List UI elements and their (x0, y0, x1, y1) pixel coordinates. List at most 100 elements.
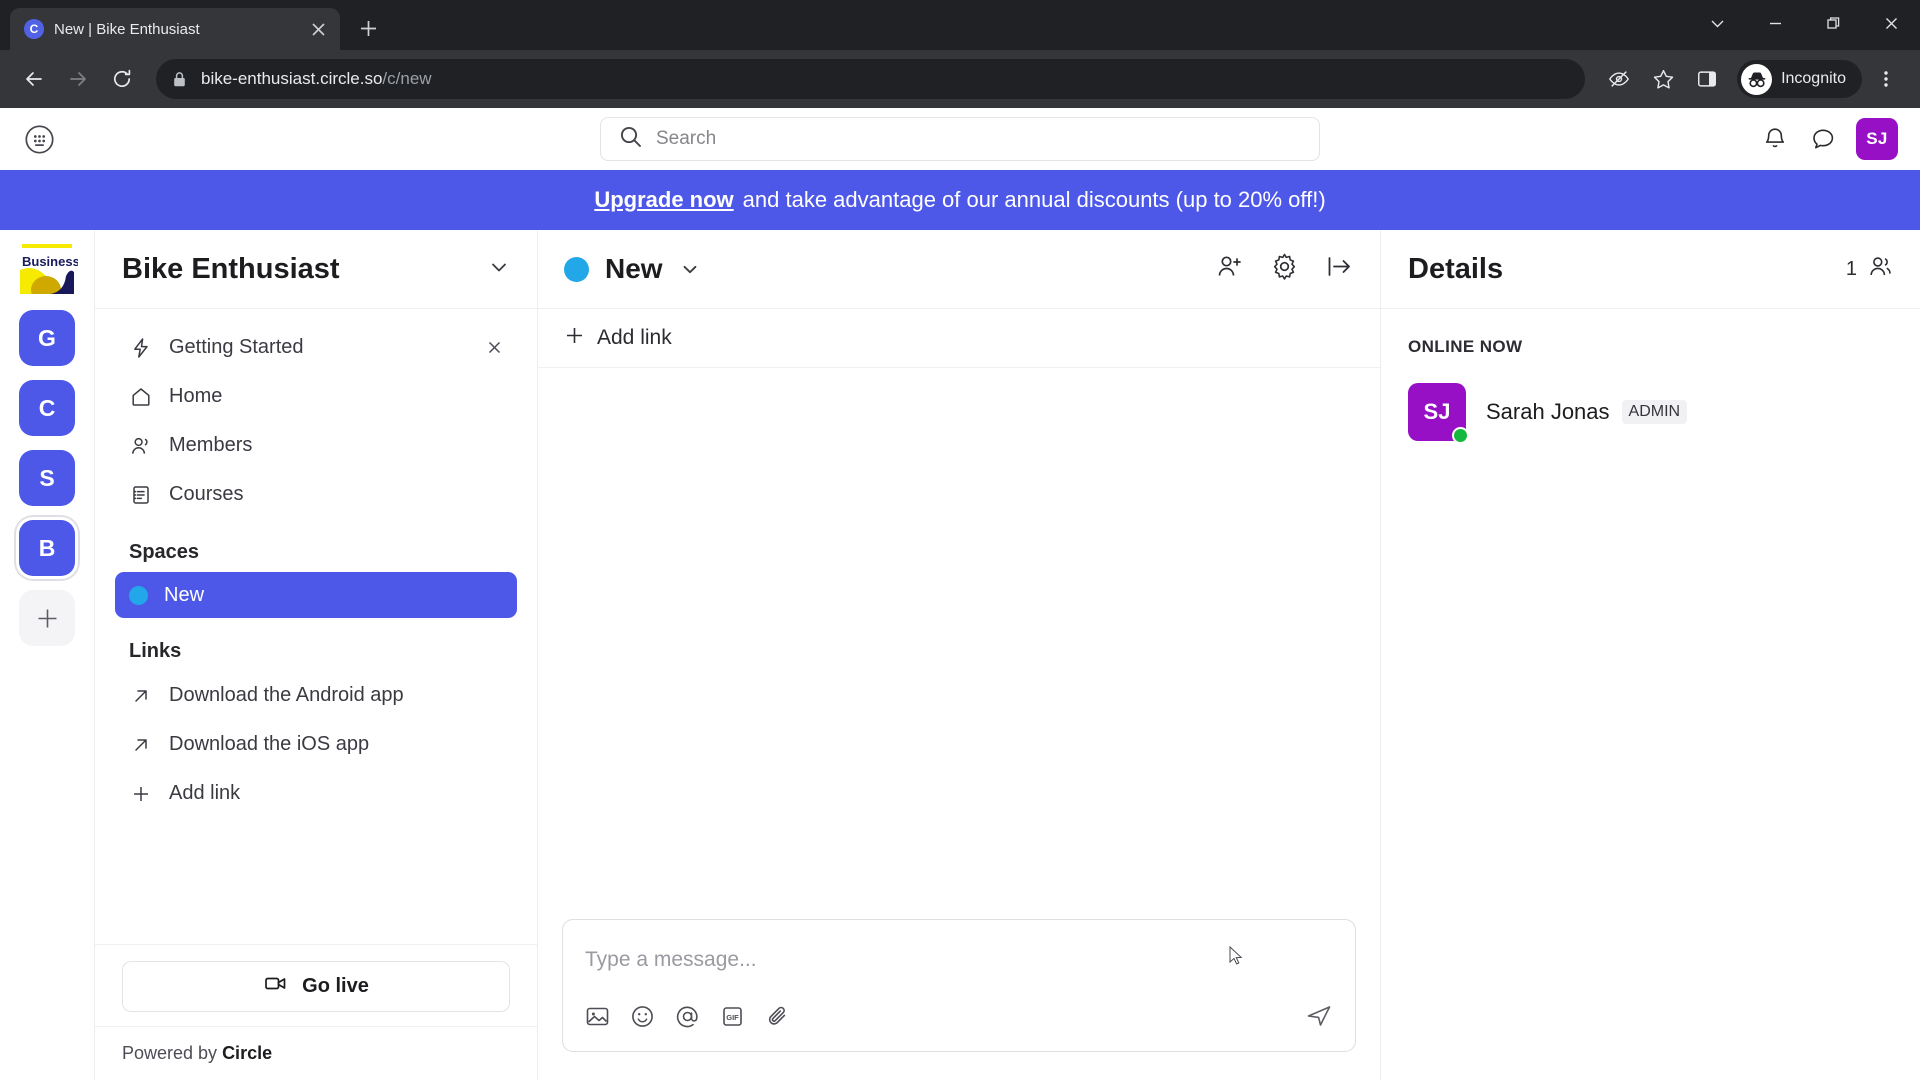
external-link-arrow-icon (129, 733, 153, 757)
message-input-placeholder[interactable]: Type a message... (585, 940, 1333, 1002)
emoji-icon[interactable] (630, 1004, 655, 1034)
main-content: New Add link Type a message... GIF (538, 230, 1381, 1080)
space-sidebar: Bike Enthusiast Getting Started Home Mem… (95, 230, 538, 1080)
send-icon[interactable] (1305, 1002, 1333, 1035)
add-link-bar[interactable]: Add link (538, 309, 1380, 368)
add-person-icon[interactable] (1215, 252, 1244, 286)
chat-bubble-icon[interactable] (1808, 124, 1838, 154)
sidebar-item-label: Home (169, 385, 223, 407)
community-item-s[interactable]: S (19, 450, 75, 506)
chevron-down-icon[interactable] (488, 256, 510, 283)
svg-text:GIF: GIF (726, 1013, 739, 1022)
people-icon (1868, 254, 1893, 285)
back-arrow-icon[interactable] (14, 59, 54, 99)
member-entry[interactable]: SJ Sarah Jonas (1408, 383, 1610, 444)
powered-by-prefix: Powered by (122, 1043, 223, 1063)
side-panel-icon[interactable] (1687, 59, 1727, 99)
spaces-section-label: Spaces (129, 541, 200, 563)
online-now-label: ONLINE NOW (1408, 337, 1523, 356)
sidebar-item-label: Courses (169, 483, 244, 505)
forward-arrow-icon[interactable] (58, 59, 98, 99)
toolbar-right-actions: Incognito (1599, 59, 1906, 99)
composer-container: Type a message... GIF (538, 919, 1380, 1080)
url-path: /c/new (382, 69, 432, 88)
reload-icon[interactable] (102, 59, 142, 99)
app-body: Business G C S B Bike Enthusiast Getting… (0, 230, 1920, 1080)
go-live-label: Go live (302, 975, 369, 997)
upgrade-now-link[interactable]: Upgrade now (594, 187, 733, 213)
sidebar-add-link[interactable]: Add link (115, 769, 517, 818)
links-section-label: Links (129, 640, 182, 662)
external-link-arrow-icon (129, 684, 153, 708)
space-actions (1215, 252, 1354, 286)
attachment-icon[interactable] (765, 1004, 790, 1034)
sidebar-space-new[interactable]: New (115, 572, 517, 618)
list-item[interactable]: SJ Sarah Jonas ADMIN (1408, 383, 1893, 444)
address-bar[interactable]: bike-enthusiast.circle.so/c/new (156, 59, 1586, 99)
new-tab-button[interactable] (348, 8, 388, 48)
star-icon[interactable] (1643, 59, 1683, 99)
message-composer[interactable]: Type a message... GIF (562, 919, 1356, 1052)
go-live-button[interactable]: Go live (122, 961, 510, 1012)
chevron-down-icon[interactable] (679, 258, 701, 280)
sidebar-link-label: Add link (169, 782, 241, 804)
composer-tools: GIF (585, 1002, 1333, 1035)
eye-slash-icon[interactable] (1599, 59, 1639, 99)
logo-bar (22, 244, 72, 248)
lock-icon (172, 71, 187, 88)
details-panel: Details 1 ONLINE NOW SJ Sarah Jonas ADMI… (1381, 230, 1920, 1080)
sidebar-link-android[interactable]: Download the Android app (115, 671, 517, 720)
gif-icon[interactable]: GIF (720, 1004, 745, 1034)
community-item-g[interactable]: G (19, 310, 75, 366)
sidebar-link-ios[interactable]: Download the iOS app (115, 720, 517, 769)
space-label: New (164, 583, 205, 606)
maximize-icon[interactable] (1804, 0, 1862, 46)
incognito-label: Incognito (1781, 70, 1846, 87)
avatar[interactable]: SJ (1856, 118, 1898, 160)
video-camera-icon (263, 971, 288, 1002)
incognito-indicator[interactable]: Incognito (1737, 60, 1862, 98)
gear-icon[interactable] (1270, 252, 1299, 286)
sidebar-item-courses[interactable]: Courses (115, 470, 517, 519)
community-item-b[interactable]: B (19, 520, 75, 576)
sidebar-item-label: Getting Started (169, 336, 304, 358)
space-dot-icon (564, 256, 589, 282)
close-icon[interactable] (306, 17, 330, 41)
add-community-button[interactable] (19, 590, 75, 646)
details-header: Details 1 (1381, 230, 1920, 309)
bell-icon[interactable] (1760, 124, 1790, 154)
online-status-dot (1452, 427, 1469, 444)
business-logo: Business (16, 238, 78, 296)
sidebar-item-members[interactable]: Members (115, 421, 517, 470)
sidebar-header[interactable]: Bike Enthusiast (95, 230, 537, 309)
space-header: New (538, 230, 1380, 309)
collapse-panel-icon[interactable] (1325, 252, 1354, 286)
tab-favicon: C (24, 19, 44, 39)
close-icon[interactable] (486, 339, 503, 356)
member-count-group[interactable]: 1 (1846, 254, 1893, 285)
header-actions: SJ (1760, 118, 1898, 160)
community-name: Bike Enthusiast (122, 252, 340, 285)
image-icon[interactable] (585, 1004, 610, 1034)
sidebar-item-getting-started[interactable]: Getting Started (115, 323, 517, 372)
sidebar-link-label: Download the iOS app (169, 733, 370, 755)
close-icon[interactable] (1862, 0, 1920, 46)
people-icon (129, 434, 153, 458)
sidebar-footer: Go live (95, 944, 537, 1026)
three-dot-menu-icon[interactable] (1866, 59, 1906, 99)
add-link-label: Add link (597, 326, 672, 349)
sidebar-scroll: Getting Started Home Members Courses Spa… (95, 309, 537, 944)
browser-tab[interactable]: C New | Bike Enthusiast (10, 8, 340, 50)
search-input[interactable]: Search (600, 117, 1320, 161)
message-feed (538, 368, 1380, 919)
tab-strip: C New | Bike Enthusiast (0, 0, 1920, 50)
chevron-down-icon[interactable] (1688, 0, 1746, 46)
community-item-c[interactable]: C (19, 380, 75, 436)
mention-icon[interactable] (675, 1004, 700, 1034)
sidebar-item-home[interactable]: Home (115, 372, 517, 421)
sidebar-link-label: Download the Android app (169, 684, 404, 706)
minimize-icon[interactable] (1746, 0, 1804, 46)
page-title: New (605, 253, 663, 284)
search-placeholder: Search (656, 128, 717, 149)
grid-dots-icon[interactable] (22, 122, 56, 156)
